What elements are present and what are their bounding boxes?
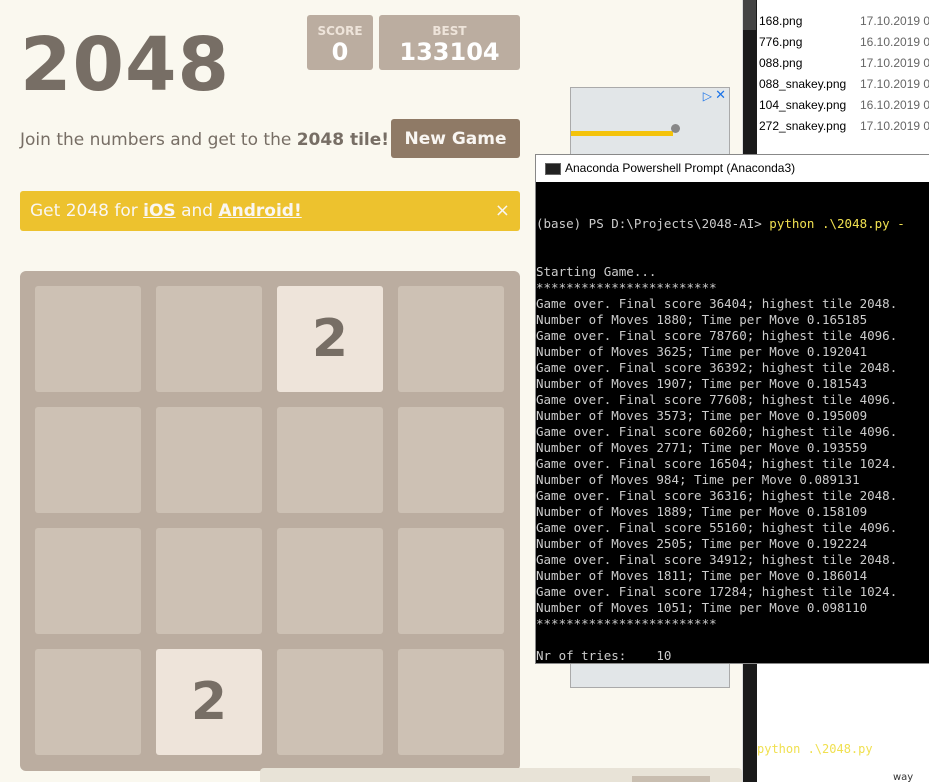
terminal-line: Number of Moves 3573; Time per Move 0.19… xyxy=(536,408,868,423)
android-link[interactable]: Android! xyxy=(218,201,301,221)
terminal-line: Number of Moves 984; Time per Move 0.089… xyxy=(536,472,860,487)
promo-and: and xyxy=(175,201,219,221)
empty-cell xyxy=(35,528,141,634)
empty-cell xyxy=(277,528,383,634)
empty-cell xyxy=(156,407,262,513)
close-icon[interactable]: × xyxy=(495,200,510,221)
file-row[interactable]: 272_snakey.png 17.10.2019 08: xyxy=(759,116,929,137)
promo-text: Get 2048 for iOS and Android! xyxy=(30,201,302,222)
terminal-prompt: (base) PS D:\Projects\2048-AI> xyxy=(536,216,770,231)
terminal-title: Anaconda Powershell Prompt (Anaconda3) xyxy=(565,161,796,175)
empty-cell xyxy=(35,286,141,392)
best-box: BEST 133104 xyxy=(379,15,520,70)
terminal-line: Nr of tries: 10 xyxy=(536,648,672,663)
empty-cell xyxy=(398,286,504,392)
file-name: 272_snakey.png xyxy=(759,119,847,133)
terminal-line: Starting Game... xyxy=(536,264,657,279)
new-game-button[interactable]: New Game xyxy=(391,119,520,158)
terminal-titlebar[interactable]: Anaconda Powershell Prompt (Anaconda3) xyxy=(536,155,929,182)
game-title: 2048 xyxy=(20,22,230,108)
terminal-line: Game over. Final score 60260; highest ti… xyxy=(536,424,898,439)
game-board[interactable]: 22 xyxy=(20,271,520,771)
empty-cell xyxy=(156,528,262,634)
file-row[interactable]: 776.png 16.10.2019 08: xyxy=(759,32,929,53)
file-row[interactable]: 168.png 17.10.2019 08: xyxy=(759,11,929,32)
ios-link[interactable]: iOS xyxy=(143,201,176,221)
file-date: 17.10.2019 08: xyxy=(860,77,929,91)
terminal-line: Game over. Final score 78760; highest ti… xyxy=(536,328,898,343)
empty-cell xyxy=(277,649,383,755)
file-name: 776.png xyxy=(759,35,803,49)
score-label: SCORE xyxy=(317,24,363,38)
intro-text: Join the numbers and get to the 2048 til… xyxy=(20,129,389,151)
terminal-line: Game over. Final score 36392; highest ti… xyxy=(536,360,898,375)
file-name: 088.png xyxy=(759,56,803,70)
terminal-line: Number of Moves 1889; Time per Move 0.15… xyxy=(536,504,868,519)
terminal-line: Game over. Final score 36316; highest ti… xyxy=(536,488,898,503)
file-name: 088_snakey.png xyxy=(759,77,847,91)
ad-progress-bar xyxy=(571,131,673,136)
score-value: 0 xyxy=(331,38,349,66)
file-name: 104_snakey.png xyxy=(759,98,847,112)
file-name: 168.png xyxy=(759,14,803,28)
file-row[interactable]: 088_snakey.png 17.10.2019 08: xyxy=(759,74,929,95)
terminal-line: Game over. Final score 77608; highest ti… xyxy=(536,392,898,407)
terminal-line: Game over. Final score 55160; highest ti… xyxy=(536,520,898,535)
terminal-line: Number of Moves 1811; Time per Move 0.18… xyxy=(536,568,868,583)
best-label: BEST xyxy=(432,24,467,38)
empty-cell xyxy=(35,407,141,513)
file-date: 16.10.2019 08: xyxy=(860,35,929,49)
terminal-line: Game over. Final score 16504; highest ti… xyxy=(536,456,898,471)
file-date: 17.10.2019 08: xyxy=(860,56,929,70)
terminal-line: Number of Moves 2505; Time per Move 0.19… xyxy=(536,536,868,551)
background-terminal-text: python .\2048.py xyxy=(757,742,873,756)
bottom-notice-button[interactable] xyxy=(632,776,710,782)
terminal-output[interactable]: (base) PS D:\Projects\2048-AI> python .\… xyxy=(536,184,929,663)
tile-2: 2 xyxy=(156,649,262,755)
explorer-scrollbar[interactable] xyxy=(743,0,756,30)
background-footer-text: way tha xyxy=(893,772,914,782)
tile-2: 2 xyxy=(277,286,383,392)
terminal-icon xyxy=(545,163,561,175)
terminal-line: Game over. Final score 36404; highest ti… xyxy=(536,296,898,311)
app-promo-banner: Get 2048 for iOS and Android! × xyxy=(20,191,520,231)
best-value: 133104 xyxy=(399,38,500,66)
terminal-line: Number of Moves 1051; Time per Move 0.09… xyxy=(536,600,868,615)
terminal-line: Game over. Final score 34912; highest ti… xyxy=(536,552,898,567)
terminal-line: Number of Moves 1907; Time per Move 0.18… xyxy=(536,376,868,391)
ad-slider-handle xyxy=(671,124,680,133)
terminal-line: ************************ xyxy=(536,616,717,631)
intro-bold: 2048 tile! xyxy=(296,130,390,150)
empty-cell xyxy=(277,407,383,513)
empty-cell xyxy=(398,407,504,513)
file-date: 17.10.2019 08: xyxy=(860,14,929,28)
terminal-line: Number of Moves 3625; Time per Move 0.19… xyxy=(536,344,868,359)
file-row[interactable]: 088.png 17.10.2019 08: xyxy=(759,53,929,74)
file-date: 16.10.2019 08: xyxy=(860,98,929,112)
terminal-lines: Starting Game... ************************… xyxy=(536,264,929,663)
terminal-prompt-line: (base) PS D:\Projects\2048-AI> python .\… xyxy=(536,216,929,232)
empty-cell xyxy=(398,528,504,634)
terminal-window[interactable]: Anaconda Powershell Prompt (Anaconda3) (… xyxy=(535,154,929,664)
intro-prefix: Join the numbers and get to the xyxy=(20,130,297,150)
terminal-line: Number of Moves 2771; Time per Move 0.19… xyxy=(536,440,868,455)
file-row[interactable]: 104_snakey.png 16.10.2019 08: xyxy=(759,95,929,116)
empty-cell xyxy=(35,649,141,755)
ad-close-icon[interactable]: ✕ xyxy=(715,88,726,103)
promo-prefix: Get 2048 for xyxy=(30,201,144,221)
empty-cell xyxy=(398,649,504,755)
terminal-line: ************************ xyxy=(536,280,717,295)
terminal-line: Game over. Final score 17284; highest ti… xyxy=(536,584,898,599)
terminal-line: Number of Moves 1880; Time per Move 0.16… xyxy=(536,312,868,327)
score-box: SCORE 0 xyxy=(307,15,373,70)
terminal-command: python .\2048.py - xyxy=(769,216,905,231)
ad-choices-icon[interactable]: ▷ xyxy=(703,89,712,103)
file-date: 17.10.2019 08: xyxy=(860,119,929,133)
empty-cell xyxy=(156,286,262,392)
